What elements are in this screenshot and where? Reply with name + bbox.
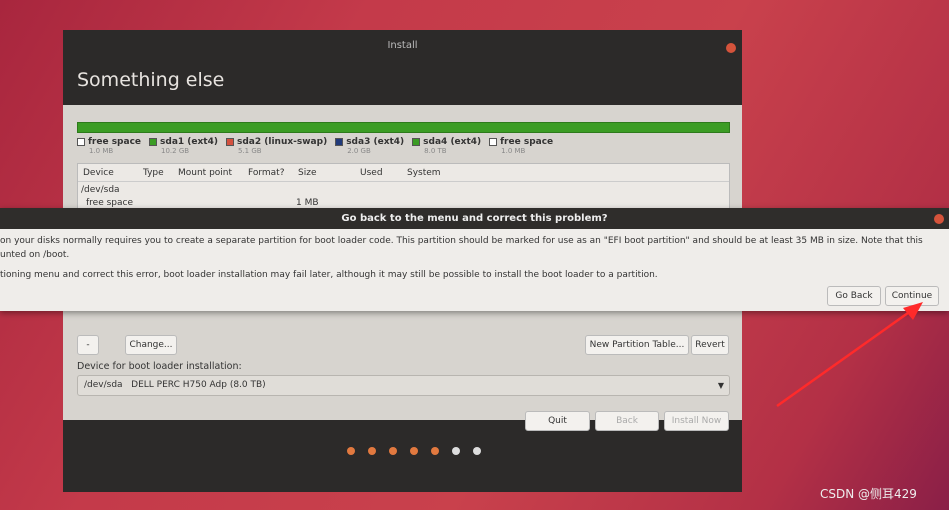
legend-swatch [335, 138, 344, 146]
legend-size: 5.1 GB [237, 147, 262, 155]
legend-size: 2.0 GB [347, 147, 371, 155]
watermark: CSDN @侧耳429 [820, 487, 917, 501]
red-arrow-annotation [776, 302, 923, 408]
legend-label: free space [500, 137, 554, 147]
legend-size: 10.2 GB [161, 147, 190, 155]
dialog-title-bar: Go back to the menu and correct this pro… [0, 208, 949, 229]
row-size: 1 MB [296, 198, 319, 208]
col-type[interactable]: Type [138, 168, 173, 178]
change-button[interactable]: Change... [125, 335, 177, 355]
close-icon[interactable] [726, 43, 736, 53]
dialog-message: unted on /boot. [0, 250, 70, 260]
col-system[interactable]: System [402, 168, 441, 178]
progress-dot [410, 447, 418, 455]
legend-size: 1.0 MB [501, 147, 526, 155]
legend-size: 8.0 TB [424, 147, 447, 155]
quit-button[interactable]: Quit [525, 411, 590, 431]
table-row[interactable]: free space 1 MB [78, 198, 729, 208]
legend-item: sda3 (ext4) 2.0 GB [335, 137, 404, 155]
legend-label: sda4 (ext4) [423, 137, 482, 147]
remove-partition-button[interactable]: - [77, 335, 99, 355]
legend-swatch [77, 138, 85, 146]
revert-button[interactable]: Revert [691, 335, 729, 355]
dialog-message: on your disks normally requires you to c… [0, 236, 923, 246]
col-format[interactable]: Format? [243, 168, 293, 178]
bootloader-label: Device for boot loader installation: [77, 361, 242, 372]
progress-dot [431, 447, 439, 455]
dialog-message: tioning menu and correct this error, boo… [0, 270, 658, 280]
legend-item: sda2 (linux-swap) 5.1 GB [225, 137, 328, 155]
back-button[interactable]: Back [595, 411, 659, 431]
progress-dot [452, 447, 460, 455]
col-size[interactable]: Size [293, 168, 355, 178]
dialog-title: Go back to the menu and correct this pro… [341, 213, 608, 224]
col-device[interactable]: Device [78, 168, 138, 178]
table-header: Device Type Mount point Format? Size Use… [78, 164, 729, 182]
page-title: Something else [77, 69, 225, 91]
bootloader-select[interactable]: /dev/sda DELL PERC H750 Adp (8.0 TB) ▼ [77, 375, 730, 396]
progress-dots [347, 447, 481, 455]
progress-dot [389, 447, 397, 455]
legend-label: free space [88, 137, 142, 147]
install-now-button[interactable]: Install Now [664, 411, 729, 431]
new-partition-table-button[interactable]: New Partition Table... [585, 335, 689, 355]
legend-label: sda1 (ext4) [160, 137, 218, 147]
legend-item: sda4 (ext4) 8.0 TB [412, 137, 481, 155]
bootloader-desc: DELL PERC H750 Adp (8.0 TB) [131, 380, 266, 390]
legend-label: sda3 (ext4) [346, 137, 405, 147]
legend-swatch [149, 138, 158, 146]
close-icon[interactable] [934, 214, 944, 224]
col-mount[interactable]: Mount point [173, 168, 243, 178]
partition-legend: free space 1.0 MB sda1 (ext4) 10.2 GB sda2 (… [77, 137, 553, 155]
partition-table[interactable]: Device Type Mount point Format? Size Use… [77, 163, 730, 213]
legend-item: free space 1.0 MB [77, 137, 141, 155]
title-bar: Install [63, 30, 742, 62]
legend-swatch [489, 138, 498, 146]
window-title: Install [387, 40, 418, 51]
col-used[interactable]: Used [355, 168, 402, 178]
table-row[interactable]: /dev/sda [78, 182, 729, 198]
row-device: free space [86, 198, 134, 208]
progress-dot [347, 447, 355, 455]
legend-swatch [412, 138, 421, 146]
progress-dot [368, 447, 376, 455]
legend-label: sda2 (linux-swap) [236, 137, 328, 147]
legend-swatch [225, 138, 234, 146]
error-dialog: Go back to the menu and correct this pro… [0, 208, 949, 311]
legend-size: 1.0 MB [89, 147, 114, 155]
progress-dot [473, 447, 481, 455]
bootloader-device: /dev/sda [84, 380, 123, 390]
legend-item: sda1 (ext4) 10.2 GB [149, 137, 218, 155]
chevron-down-icon: ▼ [717, 381, 724, 390]
partition-bar [77, 122, 730, 133]
legend-item: free space 1.0 MB [489, 137, 553, 155]
